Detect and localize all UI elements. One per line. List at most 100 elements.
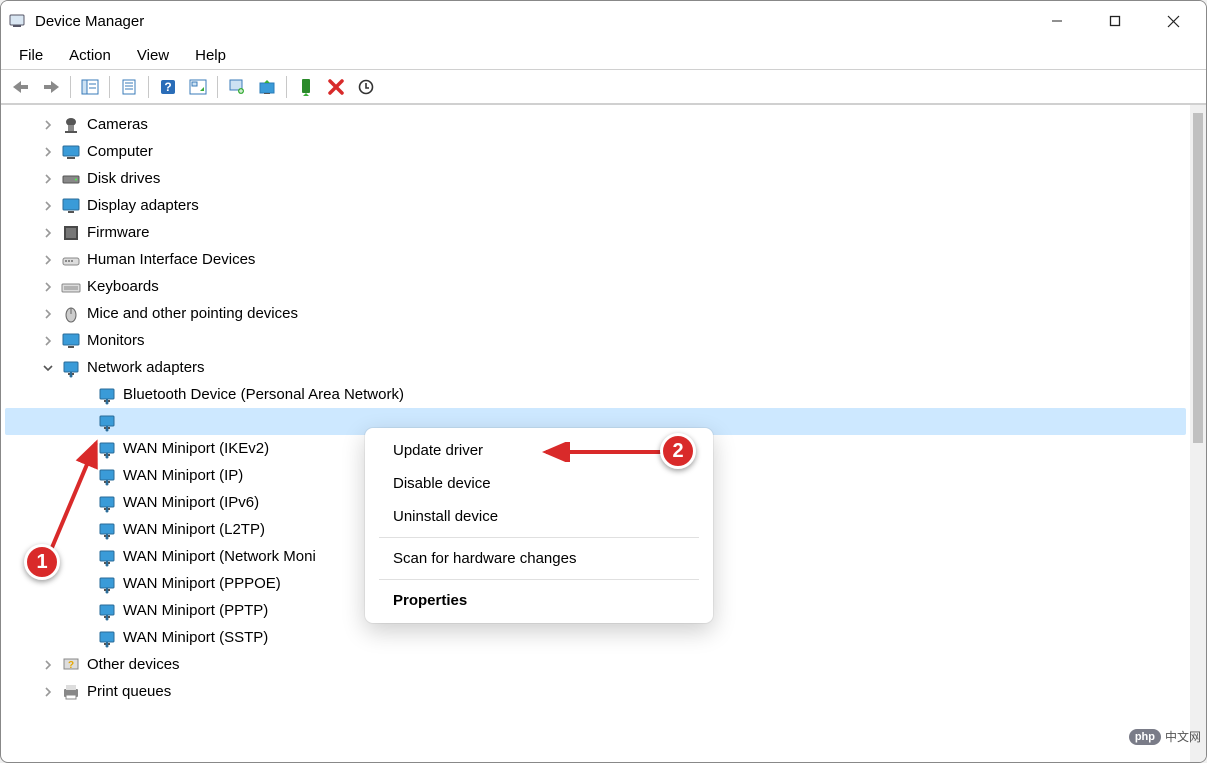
- tree-category-label: Other devices: [87, 656, 180, 673]
- properties-button[interactable]: [115, 74, 143, 100]
- tree-category[interactable]: Human Interface Devices: [5, 246, 1186, 273]
- chevron-right-icon[interactable]: [41, 172, 55, 186]
- titlebar: Device Manager: [1, 1, 1206, 41]
- menu-view[interactable]: View: [125, 45, 181, 66]
- tree-device-label: WAN Miniport (PPTP): [123, 602, 268, 619]
- menu-action[interactable]: Action: [57, 45, 123, 66]
- display-icon: [61, 196, 81, 216]
- tree-device[interactable]: WAN Miniport (SSTP): [5, 624, 1186, 651]
- forward-button[interactable]: [37, 74, 65, 100]
- firmware-icon: [61, 223, 81, 243]
- tree-category-label: Computer: [87, 143, 153, 160]
- network-icon: [97, 574, 117, 594]
- chevron-down-icon[interactable]: [41, 361, 55, 375]
- tree-category[interactable]: Cameras: [5, 111, 1186, 138]
- network-icon: [97, 439, 117, 459]
- monitor-icon: [61, 331, 81, 351]
- tree-category[interactable]: Display adapters: [5, 192, 1186, 219]
- tree-device[interactable]: Bluetooth Device (Personal Area Network): [5, 381, 1186, 408]
- context-menu-item[interactable]: Uninstall device: [365, 500, 713, 533]
- chevron-right-icon[interactable]: [41, 307, 55, 321]
- printer-icon: [61, 682, 81, 702]
- svg-text:?: ?: [164, 80, 171, 94]
- tree-device-label: WAN Miniport (Network Moni: [123, 548, 316, 565]
- close-button[interactable]: [1144, 4, 1202, 38]
- tree-category-label: Network adapters: [87, 359, 205, 376]
- camera-icon: [61, 115, 81, 135]
- other-icon: ?: [61, 655, 81, 675]
- context-menu-item[interactable]: Disable device: [365, 467, 713, 500]
- disable-device-button[interactable]: [322, 74, 350, 100]
- scan-hardware-button[interactable]: [223, 74, 251, 100]
- svg-text:?: ?: [68, 660, 74, 671]
- tree-category[interactable]: ? Other devices: [5, 651, 1186, 678]
- show-hidden-button[interactable]: [184, 74, 212, 100]
- menubar: File Action View Help: [1, 41, 1206, 69]
- chevron-right-icon[interactable]: [41, 253, 55, 267]
- tree-device-label: [123, 409, 343, 435]
- watermark-pill: php: [1129, 729, 1161, 745]
- disk-icon: [61, 169, 81, 189]
- tree-category-label: Print queues: [87, 683, 171, 700]
- watermark: php 中文网: [1129, 728, 1201, 745]
- tree-category[interactable]: Firmware: [5, 219, 1186, 246]
- tree-category-label: Firmware: [87, 224, 150, 241]
- annotation-callout-2: 2: [660, 433, 696, 469]
- uninstall-device-button[interactable]: [352, 74, 380, 100]
- update-driver-button[interactable]: [253, 74, 281, 100]
- tree-category-label: Monitors: [87, 332, 145, 349]
- vertical-scrollbar[interactable]: [1190, 105, 1206, 762]
- chevron-right-icon[interactable]: [41, 145, 55, 159]
- network-icon: [97, 601, 117, 621]
- chevron-right-icon[interactable]: [41, 199, 55, 213]
- context-menu-item[interactable]: Scan for hardware changes: [365, 542, 713, 575]
- window-title: Device Manager: [35, 13, 144, 30]
- chevron-right-icon[interactable]: [41, 280, 55, 294]
- context-menu-separator: [379, 579, 699, 580]
- back-button[interactable]: [7, 74, 35, 100]
- chevron-right-icon[interactable]: [41, 226, 55, 240]
- annotation-callout-1: 1: [24, 544, 60, 580]
- tree-category-label: Cameras: [87, 116, 148, 133]
- network-icon: [97, 412, 117, 432]
- tree-device-label: Bluetooth Device (Personal Area Network): [123, 386, 404, 403]
- toolbar: ?: [1, 70, 1206, 104]
- maximize-button[interactable]: [1086, 4, 1144, 38]
- watermark-text: 中文网: [1165, 728, 1201, 745]
- computer-icon: [61, 142, 81, 162]
- tree-category[interactable]: Monitors: [5, 327, 1186, 354]
- device-manager-window: Device Manager File Action View Help: [0, 0, 1207, 763]
- chevron-right-icon[interactable]: [41, 658, 55, 672]
- tree-category[interactable]: Computer: [5, 138, 1186, 165]
- scrollbar-thumb[interactable]: [1193, 113, 1203, 443]
- tree-category-label: Disk drives: [87, 170, 160, 187]
- network-icon: [97, 520, 117, 540]
- network-icon: [97, 628, 117, 648]
- minimize-button[interactable]: [1028, 4, 1086, 38]
- show-hide-console-tree-button[interactable]: [76, 74, 104, 100]
- tree-category-label: Keyboards: [87, 278, 159, 295]
- tree-device-label: WAN Miniport (IP): [123, 467, 243, 484]
- chevron-right-icon[interactable]: [41, 118, 55, 132]
- hid-icon: [61, 250, 81, 270]
- network-icon: [97, 466, 117, 486]
- tree-category[interactable]: Keyboards: [5, 273, 1186, 300]
- menu-file[interactable]: File: [7, 45, 55, 66]
- keyboard-icon: [61, 277, 81, 297]
- tree-category[interactable]: Disk drives: [5, 165, 1186, 192]
- enable-device-button[interactable]: [292, 74, 320, 100]
- context-menu-separator: [379, 537, 699, 538]
- tree-category[interactable]: Mice and other pointing devices: [5, 300, 1186, 327]
- menu-help[interactable]: Help: [183, 45, 238, 66]
- tree-device-label: WAN Miniport (IKEv2): [123, 440, 269, 457]
- chevron-right-icon[interactable]: [41, 685, 55, 699]
- network-icon: [61, 358, 81, 378]
- chevron-right-icon[interactable]: [41, 334, 55, 348]
- network-icon: [97, 385, 117, 405]
- context-menu-item[interactable]: Properties: [365, 584, 713, 617]
- app-icon: [9, 13, 25, 29]
- tree-category[interactable]: Print queues: [5, 678, 1186, 705]
- tree-category[interactable]: Network adapters: [5, 354, 1186, 381]
- help-button[interactable]: ?: [154, 74, 182, 100]
- mouse-icon: [61, 304, 81, 324]
